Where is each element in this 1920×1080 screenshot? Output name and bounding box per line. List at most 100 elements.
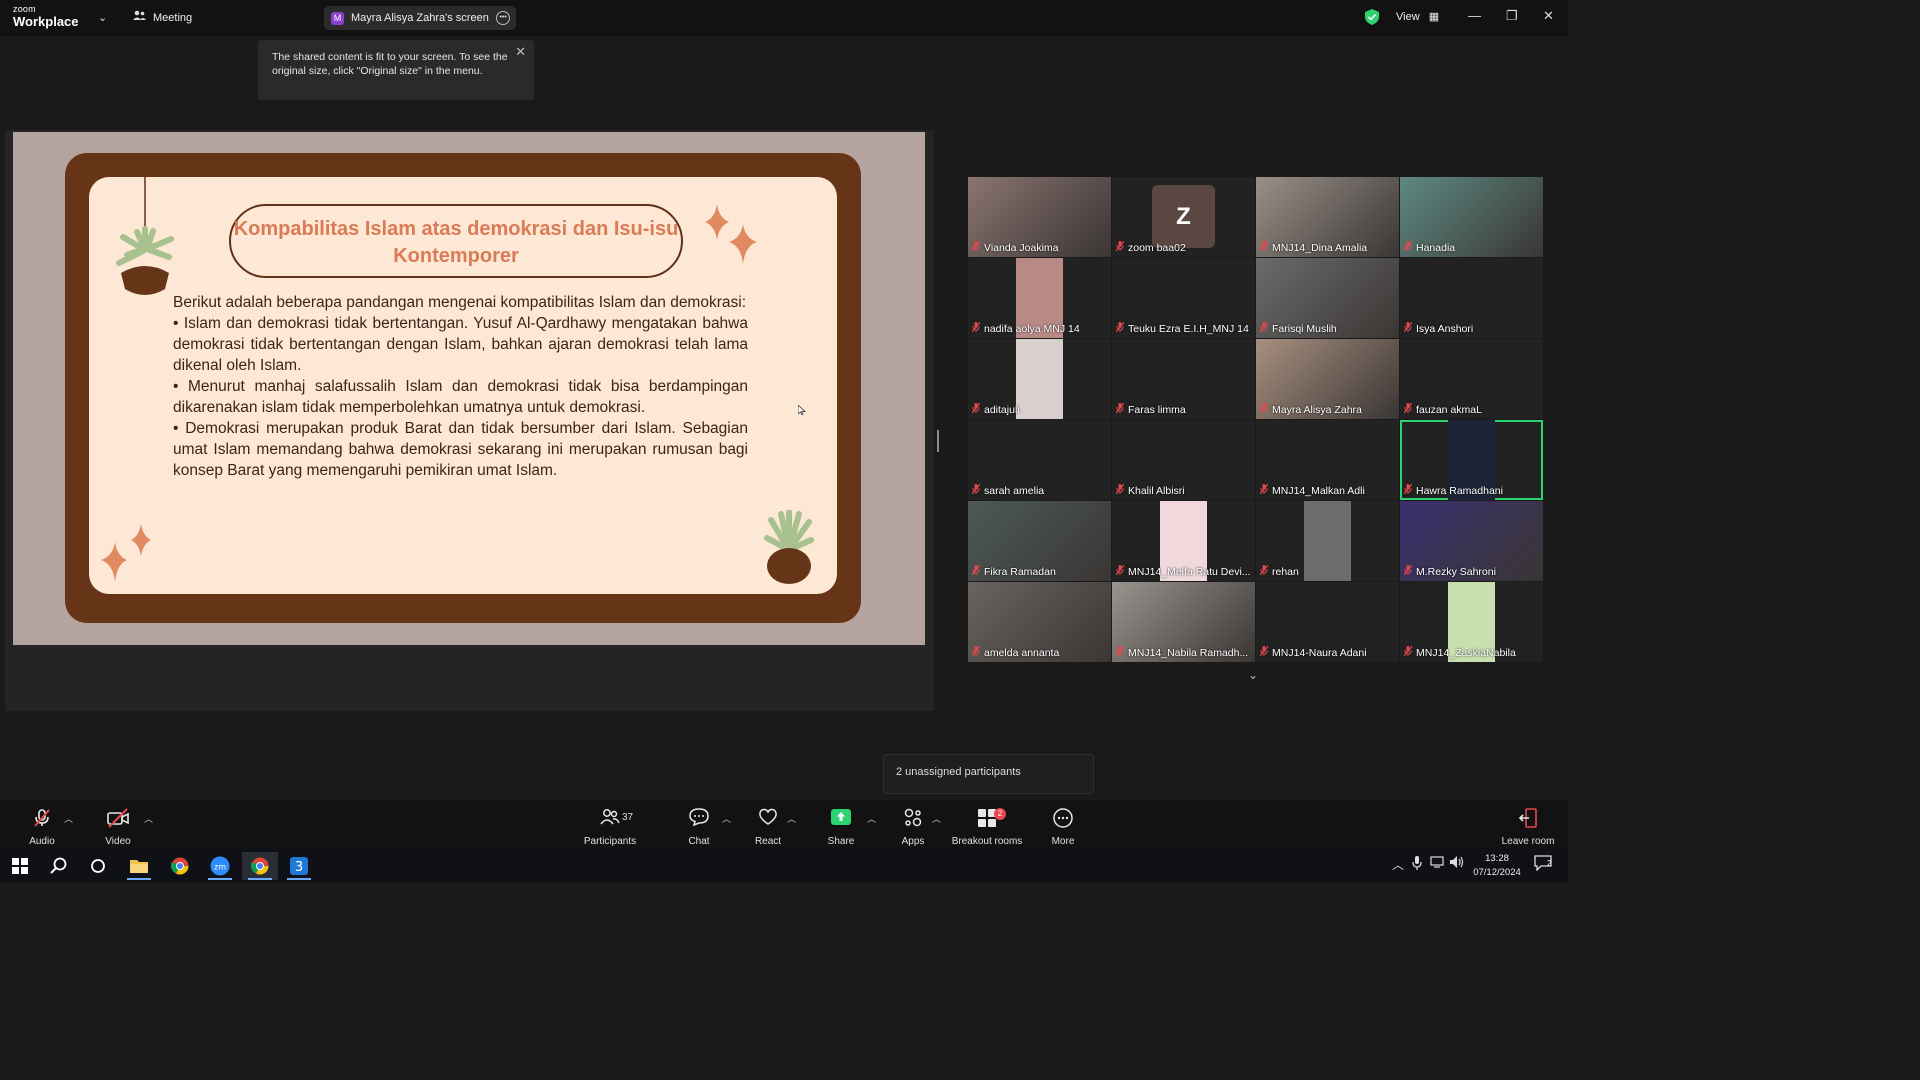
video-off-icon <box>98 808 138 830</box>
participant-tile[interactable]: rehan <box>1256 501 1399 581</box>
tray-expand-icon[interactable]: ︿ <box>1392 856 1404 873</box>
shared-slide: Kompabilitas Islam atas demokrasi dan Is… <box>13 132 925 645</box>
chat-button[interactable]: Chat <box>684 808 714 847</box>
share-options-caret-icon[interactable]: ︿ <box>867 812 876 825</box>
participant-tile[interactable]: MNJ14_Nabila Ramadh... <box>1112 582 1255 662</box>
task-view-icon[interactable] <box>80 852 116 880</box>
participant-tile[interactable]: Zzoom baa02 <box>1112 177 1255 257</box>
restore-icon[interactable]: ❐ <box>1506 8 1518 24</box>
participant-tile[interactable]: fauzan akmaL <box>1400 339 1543 419</box>
more-options-icon[interactable]: ••• <box>496 11 510 25</box>
search-icon[interactable] <box>41 852 77 880</box>
muted-mic-icon <box>1403 402 1413 416</box>
participant-name: Khalil Albisri <box>1115 483 1185 497</box>
participant-tile[interactable]: sarah amelia <box>968 420 1111 500</box>
zoom-app-icon[interactable]: zm <box>202 852 238 880</box>
participant-tile[interactable]: Fikra Ramadan <box>968 501 1111 581</box>
participant-name-text: nadifa aolya MNJ 14 <box>984 323 1080 335</box>
audio-options-caret-icon[interactable]: ︿ <box>64 812 73 825</box>
chat-options-caret-icon[interactable]: ︿ <box>722 812 731 825</box>
muted-mic-icon <box>1259 321 1269 335</box>
chrome-profile-icon[interactable] <box>242 852 278 880</box>
panel-resize-handle[interactable] <box>937 430 939 452</box>
sharer-label: Mayra Alisya Zahra's screen <box>351 12 489 24</box>
participant-name-text: MNJ14_Nabila Ramadh... <box>1128 647 1249 659</box>
participant-tile[interactable]: Hawra Ramadhani <box>1400 420 1543 500</box>
participant-tile[interactable]: MNJ14_Melfa Ratu Devi... <box>1112 501 1255 581</box>
muted-mic-icon <box>971 564 981 578</box>
muted-mic-icon <box>1403 564 1413 578</box>
microphone-tray-icon[interactable] <box>1412 856 1422 873</box>
muted-mic-icon <box>1259 240 1269 254</box>
tooltip-text: The shared content is fit to your screen… <box>272 51 508 77</box>
windows-start-icon[interactable] <box>2 852 38 880</box>
audio-button[interactable]: Audio <box>22 808 62 847</box>
chat-label: Chat <box>688 836 710 847</box>
participant-tile[interactable]: MNJ14_Dina Amalia <box>1256 177 1399 257</box>
muted-mic-icon <box>22 808 62 830</box>
participant-name-text: Isya Anshori <box>1416 323 1474 335</box>
breakout-rooms-button[interactable]: Breakout rooms <box>950 808 1024 847</box>
unassigned-participants-notice[interactable]: 2 unassigned participants <box>883 754 1094 794</box>
react-options-caret-icon[interactable]: ︿ <box>787 812 796 825</box>
apps-options-caret-icon[interactable]: ︿ <box>932 812 941 825</box>
participant-name-text: Hanadia <box>1416 242 1456 254</box>
participant-video-portrait <box>1016 339 1063 419</box>
react-label: React <box>754 836 782 847</box>
participant-tile[interactable]: Vianda Joakima <box>968 177 1111 257</box>
muted-mic-icon <box>1403 321 1413 335</box>
share-button[interactable]: Share <box>826 808 856 847</box>
participant-tile[interactable]: Hanadia <box>1400 177 1543 257</box>
view-menu[interactable]: View ▦ <box>1396 10 1439 23</box>
video-button[interactable]: Video <box>98 808 138 847</box>
screen-share-indicator[interactable]: M Mayra Alisya Zahra's screen ••• <box>324 6 516 30</box>
participant-tile[interactable]: Farisqi Muslih <box>1256 258 1399 338</box>
react-button[interactable]: React <box>752 808 784 847</box>
volume-icon[interactable] <box>1450 856 1464 871</box>
participant-tile[interactable]: Mayra Alisya Zahra <box>1256 339 1399 419</box>
app-3-icon[interactable]: 3 <box>281 852 317 880</box>
close-icon[interactable]: ✕ <box>1543 8 1554 24</box>
participant-name: Faras limma <box>1115 402 1186 416</box>
network-icon[interactable] <box>1430 856 1444 871</box>
file-explorer-icon[interactable] <box>121 852 157 880</box>
participant-tile[interactable]: nadifa aolya MNJ 14 <box>968 258 1111 338</box>
muted-mic-icon <box>1115 321 1125 335</box>
participant-tile[interactable]: aditajuli <box>968 339 1111 419</box>
participant-name: M.Rezky Sahroni <box>1403 564 1496 578</box>
participant-tile[interactable]: Teuku Ezra E.I.H_MNJ 14 <box>1112 258 1255 338</box>
participant-tile[interactable]: Faras limma <box>1112 339 1255 419</box>
participant-tile[interactable]: Khalil Albisri <box>1112 420 1255 500</box>
participant-tile[interactable]: MNJ14_ZaskiaNabila <box>1400 582 1543 662</box>
taskbar-clock[interactable]: 13:28 07/12/2024 <box>1472 852 1522 880</box>
muted-mic-icon <box>971 240 981 254</box>
chevron-down-icon[interactable]: ⌄ <box>98 11 107 24</box>
participant-tile[interactable]: M.Rezky Sahroni <box>1400 501 1543 581</box>
participant-name-text: MNJ14_Dina Amalia <box>1272 242 1368 254</box>
participant-tile[interactable]: Isya Anshori <box>1400 258 1543 338</box>
more-label: More <box>1051 836 1075 847</box>
unassigned-text: 2 unassigned participants <box>896 766 1021 778</box>
leave-room-label: Leave room <box>1501 836 1555 847</box>
encryption-shield-icon[interactable] <box>1365 9 1379 25</box>
participant-name: aditajuli <box>971 402 1020 416</box>
notifications-icon[interactable]: 2 <box>1534 855 1552 874</box>
participant-tile[interactable]: amelda annanta <box>968 582 1111 662</box>
grid-view-icon: ▦ <box>1428 11 1440 23</box>
meeting-menu[interactable]: Meeting <box>133 10 192 24</box>
tooltip-close-icon[interactable]: ✕ <box>515 44 526 60</box>
minimize-icon[interactable]: — <box>1468 8 1481 23</box>
participant-tile[interactable]: MNJ14_Malkan Adli <box>1256 420 1399 500</box>
participant-name-text: MNJ14-Naura Adani <box>1272 647 1367 659</box>
more-button[interactable]: More <box>1048 808 1078 847</box>
leave-room-button[interactable]: Leave room <box>1498 808 1558 847</box>
chevron-down-icon[interactable]: ⌄ <box>1248 668 1258 682</box>
participant-tile[interactable]: MNJ14-Naura Adani <box>1256 582 1399 662</box>
chrome-icon[interactable] <box>162 852 198 880</box>
video-options-caret-icon[interactable]: ︿ <box>144 812 153 825</box>
apps-button[interactable]: Apps <box>898 808 928 847</box>
slide-title: Kompabilitas Islam atas demokrasi dan Is… <box>233 218 679 267</box>
brand-small: zoom <box>13 4 36 14</box>
heart-icon <box>752 808 784 830</box>
title-bar <box>0 0 1568 36</box>
